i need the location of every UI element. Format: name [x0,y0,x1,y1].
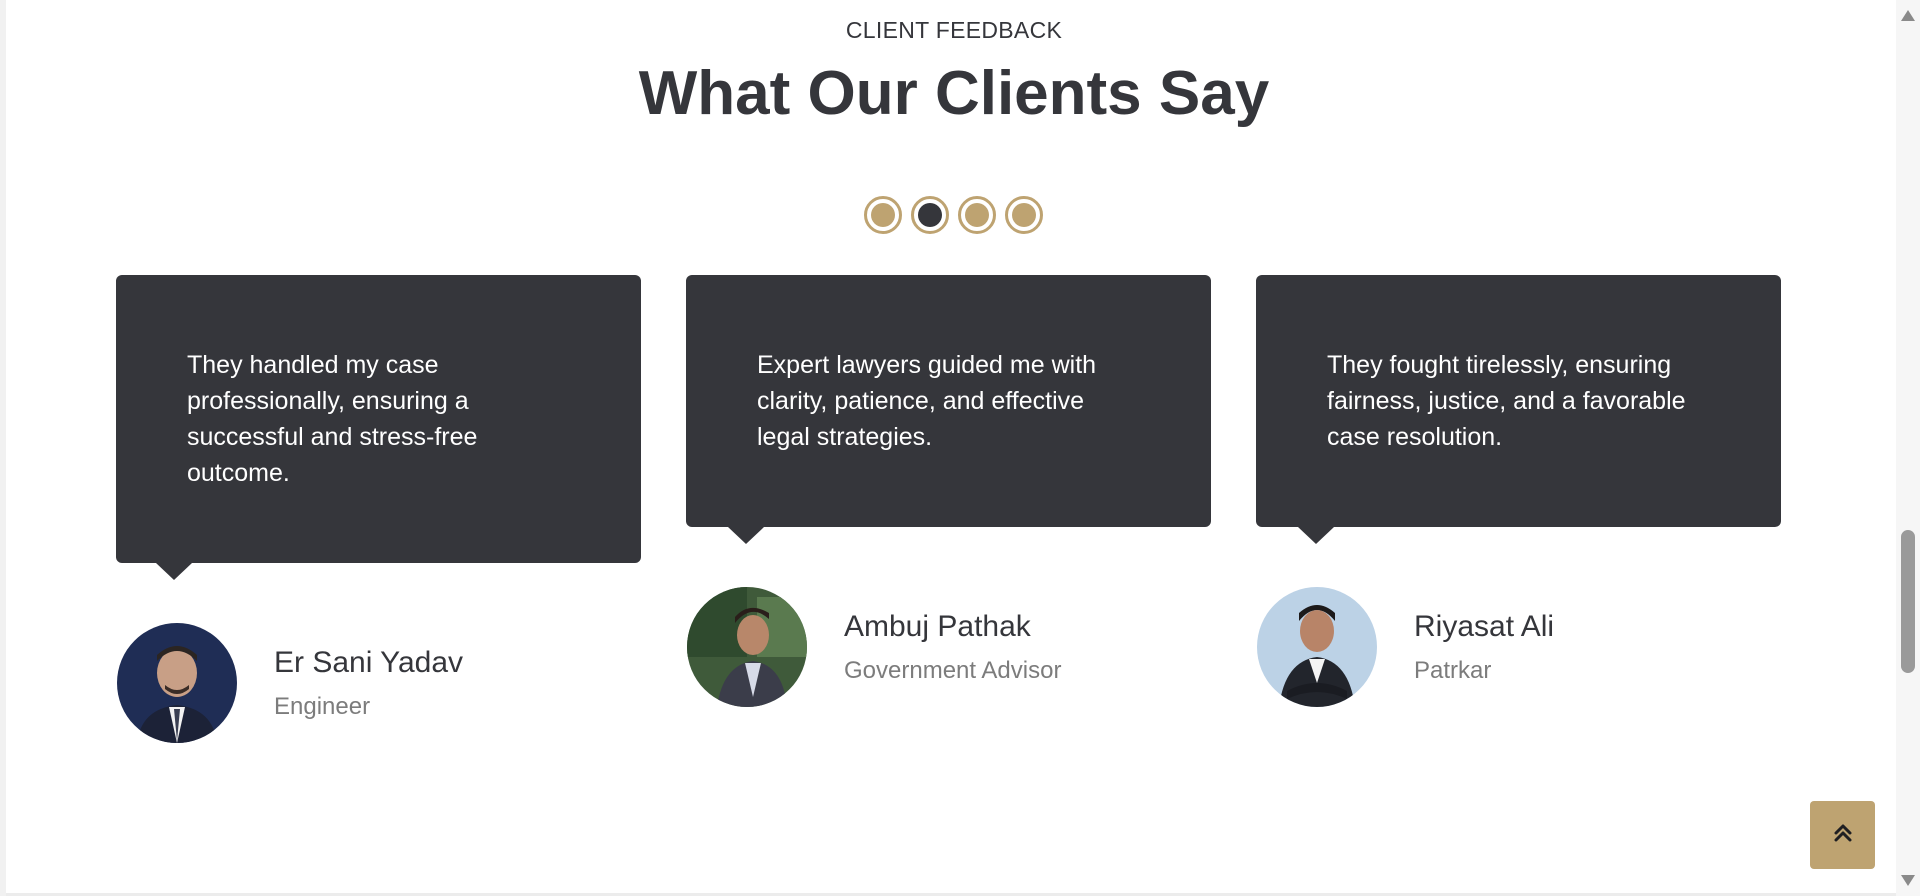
speech-pointer [728,527,764,544]
author-name: Riyasat Ali [1414,610,1555,643]
scroll-down-arrow-icon[interactable] [1901,875,1915,886]
author-role: Government Advisor [844,657,1062,684]
author-role: Engineer [274,693,371,720]
testimonial-card: They handled my case professionally, ens… [116,275,641,580]
testimonial-author: Er Sani Yadav Engineer [117,623,463,743]
author-details: Ambuj Pathak Government Advisor [844,609,1061,685]
carousel-dot-1[interactable] [864,196,902,234]
testimonial-quote: They handled my case professionally, ens… [187,351,478,487]
carousel-dot-4[interactable] [1005,196,1043,234]
scrollbar-thumb[interactable] [1901,530,1915,673]
author-details: Er Sani Yadav Engineer [274,645,463,721]
double-chevron-up-icon [1832,822,1854,849]
carousel-dot-fill [965,203,989,227]
back-to-top-button[interactable] [1810,801,1875,869]
carousel-dot-fill [871,203,895,227]
testimonial-quote: Expert lawyers guided me with clarity, p… [757,351,1097,451]
avatar [687,587,807,707]
speech-pointer [1298,527,1334,544]
author-name: Er Sani Yadav [274,646,464,679]
speech-pointer [156,563,192,580]
avatar [1257,587,1377,707]
author-role: Patrkar [1414,657,1492,684]
testimonial-card: Expert lawyers guided me with clarity, p… [686,275,1211,544]
scroll-up-arrow-icon[interactable] [1901,10,1915,21]
testimonial-author: Ambuj Pathak Government Advisor [687,587,1061,707]
testimonial-author: Riyasat Ali Patrkar [1257,587,1554,707]
carousel-dot-3[interactable] [958,196,996,234]
testimonial-card: They fought tirelessly, ensuring fairnes… [1256,275,1781,544]
vertical-scrollbar[interactable] [1896,0,1920,896]
carousel-dot-fill [918,203,942,227]
section-eyebrow: CLIENT FEEDBACK [845,17,1063,43]
carousel-pagination [864,196,1043,234]
author-details: Riyasat Ali Patrkar [1414,609,1554,685]
section-title: What Our Clients Say [638,59,1270,128]
carousel-dot-2[interactable] [911,196,949,234]
carousel-dot-fill [1012,203,1036,227]
testimonials-page: CLIENT FEEDBACK What Our Clients Say The… [0,0,1920,896]
testimonial-quote: They fought tirelessly, ensuring fairnes… [1327,351,1686,451]
avatar [117,623,237,743]
author-name: Ambuj Pathak [844,610,1031,643]
